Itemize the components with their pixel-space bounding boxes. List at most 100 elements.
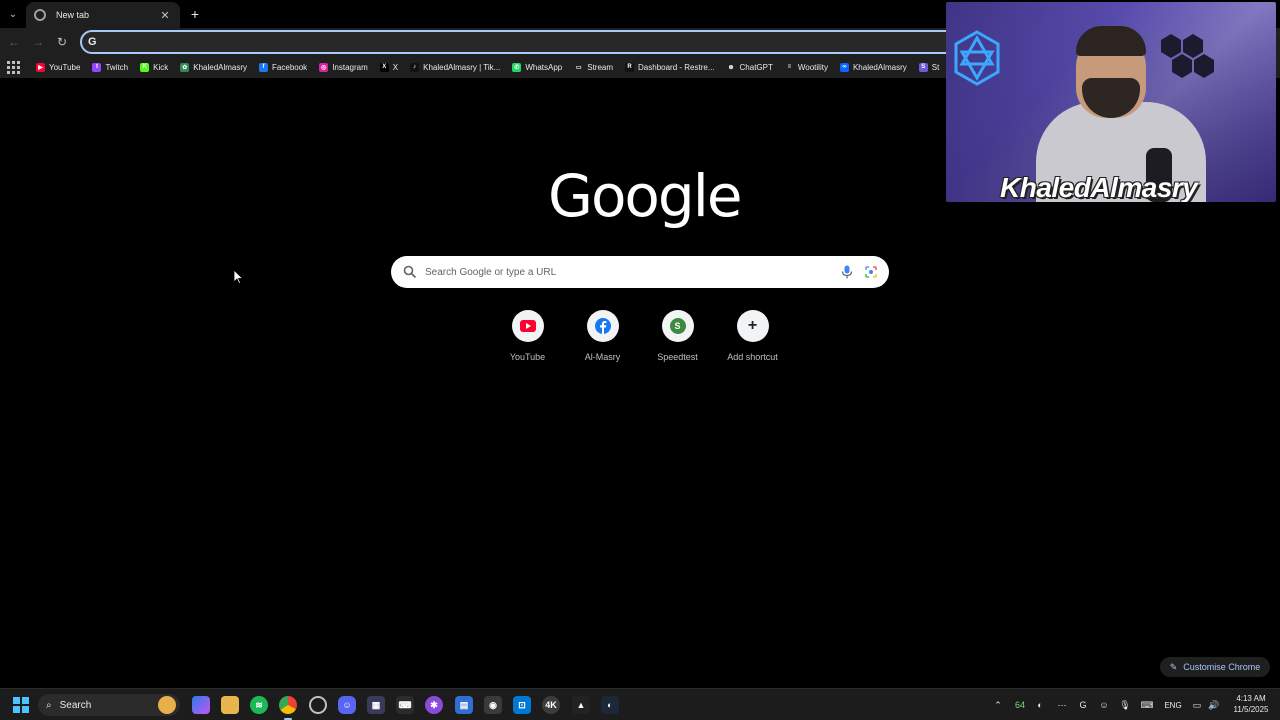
file-explorer-icon[interactable]: [221, 696, 239, 714]
streamdeck-icon[interactable]: ▦: [367, 696, 385, 714]
tray-badge-count[interactable]: 64: [1012, 699, 1028, 711]
steam-tray-icon[interactable]: ◐: [1034, 699, 1046, 711]
search-icon: [403, 265, 417, 279]
bookmark-item[interactable]: ✿ KhaledAlmasry: [180, 62, 248, 72]
bookmark-label: Twitch: [105, 62, 129, 72]
game-controller-icon[interactable]: ◉: [484, 696, 502, 714]
bookmark-item[interactable]: R Dashboard - Restre...: [625, 62, 715, 72]
bookmark-label: X: [392, 62, 399, 72]
bookmark-favicon-icon: ♪: [410, 62, 420, 72]
shortcut-al-masry[interactable]: Al-Masry: [565, 310, 640, 370]
bookmark-label: Kick: [153, 62, 169, 72]
search-highlight-icon: [158, 696, 176, 714]
volume-icon[interactable]: 🔊: [1208, 699, 1220, 711]
webcam-overlay: KhaledAlmasry: [946, 2, 1276, 202]
chrome-icon[interactable]: [279, 696, 297, 714]
keyboard-app-icon[interactable]: ⌨: [396, 696, 414, 714]
bookmark-item[interactable]: XX: [379, 62, 399, 72]
bookmark-item[interactable]: ≡ Wootility: [785, 63, 828, 72]
tray-g-icon[interactable]: G: [1077, 699, 1089, 711]
new-tab-plus-icon[interactable]: +: [186, 5, 204, 23]
start-windows-icon[interactable]: [13, 697, 29, 713]
show-hidden-icons-chevron[interactable]: ⌃: [992, 699, 1004, 711]
bookmark-favicon-icon: ✿: [180, 62, 190, 72]
bookmark-item[interactable]: ♪ KhaledAlmasry | Tik...: [410, 62, 500, 72]
bookmark-favicon-icon: ✆: [512, 62, 522, 72]
address-input[interactable]: [104, 36, 958, 48]
back-arrow-icon[interactable]: ←: [6, 34, 22, 50]
steam-icon[interactable]: ◐: [601, 696, 619, 714]
add-shortcut-button[interactable]: + Add shortcut: [715, 310, 790, 370]
taskbar-search[interactable]: ⌕ Search: [38, 694, 180, 716]
obs-icon[interactable]: [309, 696, 327, 714]
shortcut-label: Add shortcut: [727, 352, 778, 362]
bookmark-favicon-icon: S: [918, 62, 928, 72]
bookmark-label: KhaledAlmasry: [852, 62, 907, 72]
bookmark-item[interactable]: t Twitch: [92, 62, 129, 72]
bookmark-favicon-icon: f: [259, 62, 269, 72]
bookmark-favicon-icon: ⊛: [728, 64, 734, 71]
tab-close-icon[interactable]: ✕: [158, 9, 172, 22]
shortcut-speedtest[interactable]: S Speedtest: [640, 310, 715, 370]
copilot-icon[interactable]: [192, 696, 210, 714]
language-indicator[interactable]: ENG: [1162, 699, 1184, 711]
bookmark-label: Wootility: [797, 62, 828, 72]
dark-app-icon[interactable]: ▲: [572, 696, 590, 714]
shortcuts-row: YouTube Al-Masry S Speedtest + Add short…: [490, 310, 790, 370]
microsoft-store-icon[interactable]: ▤: [455, 696, 473, 714]
microphone-icon[interactable]: [841, 265, 853, 279]
bookmark-item[interactable]: ✆ WhatsApp: [512, 62, 563, 72]
bookmark-item[interactable]: ▶ YouTube: [36, 62, 80, 72]
bookmark-item[interactable]: ▭ Stream: [574, 63, 613, 72]
bookmark-item[interactable]: ⊛ ChatGPT: [727, 63, 773, 72]
neon-triangle-logo-icon: [954, 30, 1000, 86]
microphone-tray-icon[interactable]: 🎙: [1119, 699, 1131, 711]
shortcut-youtube[interactable]: YouTube: [490, 310, 565, 370]
bookmark-label: Stream: [587, 62, 614, 72]
bookmark-favicon-icon: K: [140, 62, 150, 72]
tray-app-icon[interactable]: ⋯: [1056, 699, 1068, 711]
google-lens-icon[interactable]: [865, 266, 877, 278]
system-clock[interactable]: 4:13 AM 11/5/2025: [1228, 693, 1274, 715]
shortcut-tile: +: [736, 310, 769, 342]
4k-downloader-icon[interactable]: 4K: [542, 696, 560, 714]
bookmark-favicon-icon: ▶: [36, 62, 45, 72]
bookmark-label: WhatsApp: [525, 62, 563, 72]
bookmark-favicon-icon: X: [379, 62, 389, 72]
bookmark-item[interactable]: ◎ Instagram: [319, 62, 368, 72]
shortcut-label: Speedtest: [657, 352, 698, 362]
bookmark-favicon-icon: ▭: [575, 64, 582, 71]
apps-grid-icon[interactable]: [6, 60, 20, 74]
search-placeholder: Search Google or type a URL: [425, 266, 557, 278]
clock-date: 11/5/2025: [1233, 705, 1269, 714]
bookmark-label: Dashboard - Restre...: [638, 62, 715, 72]
bookmark-favicon-icon: ◎: [319, 62, 329, 72]
keyboard-tray-icon[interactable]: ⌨: [1141, 699, 1154, 711]
shortcut-tile: S: [661, 310, 694, 342]
discord-icon[interactable]: ☺: [338, 696, 356, 714]
blue-app-icon[interactable]: ⊡: [513, 696, 531, 714]
tab-new-tab[interactable]: New tab ✕: [26, 2, 180, 28]
discord-tray-icon[interactable]: ☺: [1098, 699, 1110, 711]
google-logo: Google: [548, 162, 743, 230]
bookmark-item[interactable]: K Kick: [140, 62, 169, 72]
spotify-icon[interactable]: ≋: [250, 696, 268, 714]
customise-chrome-button[interactable]: ✎ Customise Chrome: [1160, 657, 1270, 677]
bookmark-label: KhaledAlmasry: [193, 62, 248, 72]
reload-icon[interactable]: ↻: [54, 34, 70, 50]
bookmark-item[interactable]: ∞ KhaledAlmasry: [839, 62, 907, 72]
bookmark-label: St: [931, 62, 940, 72]
network-icon[interactable]: ▭: [1191, 699, 1203, 711]
chrome-favicon-icon: [34, 9, 46, 21]
bookmark-item[interactable]: S St: [918, 62, 940, 72]
bookmark-favicon-icon: t: [92, 62, 102, 72]
bookmark-item[interactable]: f Facebook: [259, 62, 307, 72]
purple-app-icon[interactable]: ✱: [425, 696, 443, 714]
tab-search-chevron-icon[interactable]: ⌄: [4, 5, 22, 23]
search-icon: ⌕: [46, 699, 52, 711]
shortcut-label: YouTube: [509, 352, 546, 362]
shortcut-label: Al-Masry: [584, 352, 621, 362]
address-bar[interactable]: G: [80, 30, 960, 54]
search-box[interactable]: Search Google or type a URL: [391, 256, 889, 288]
forward-arrow-icon[interactable]: →: [30, 34, 46, 50]
